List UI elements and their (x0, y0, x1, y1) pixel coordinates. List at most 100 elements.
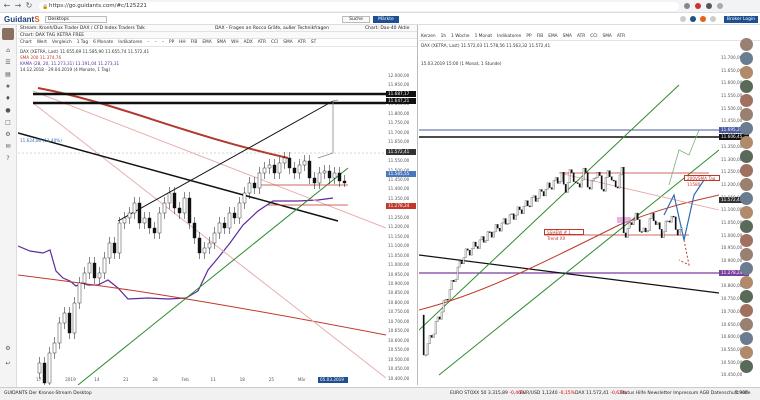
toolbar-item-0[interactable]: Chart (20, 40, 32, 45)
toolbar-item-1[interactable]: 1h (441, 34, 446, 39)
user-icon[interactable]: ● (4, 107, 12, 114)
bell-icon[interactable]: ♦ (4, 95, 12, 102)
star-icon[interactable]: ★ (4, 83, 12, 90)
toolbar-item-17[interactable]: CCI (271, 40, 278, 45)
search-button[interactable]: Suche (342, 16, 370, 23)
toolbar-item-10[interactable]: CCI (590, 34, 597, 39)
user-avatar[interactable] (740, 206, 753, 219)
extension-icon[interactable] (706, 3, 712, 9)
toolbar-item-12[interactable]: ATR (617, 34, 625, 39)
list-icon[interactable]: ☰ (4, 59, 12, 66)
message-icon[interactable]: ✉ (4, 143, 12, 150)
avatar[interactable] (2, 28, 14, 40)
user-avatar[interactable] (740, 52, 753, 65)
ticker[interactable]: DAX 11.572,41 -0,62% (575, 391, 626, 396)
toolbar-item-6[interactable]: – (148, 40, 150, 45)
user-avatar[interactable] (740, 108, 753, 121)
user-avatar[interactable] (740, 318, 753, 331)
toolbar-item-14[interactable]: WH (231, 40, 238, 45)
help-icon[interactable]: ? (4, 155, 12, 162)
toolbar-item-9[interactable]: ATR (577, 34, 585, 39)
toolbar-item-12[interactable]: EMA (202, 40, 211, 45)
toolbar-item-16[interactable]: ATR (258, 40, 266, 45)
user-avatar[interactable] (740, 66, 753, 79)
toolbar-item-0[interactable]: Kerzen (421, 34, 436, 39)
chat-icon[interactable] (690, 16, 696, 22)
user-avatar[interactable] (740, 262, 753, 275)
user-avatar[interactable] (740, 332, 753, 345)
logout-icon[interactable]: ↩ (4, 360, 12, 367)
toolbar-item-20[interactable]: ST (311, 40, 316, 45)
user-avatar[interactable] (740, 122, 753, 135)
stream-tab[interactable]: Chart: Dax-40 Aktie (365, 25, 409, 31)
chart-icon[interactable]: ▤ (4, 71, 12, 78)
broker-login-button[interactable]: Broker Login (724, 16, 758, 23)
ticker[interactable]: EUR/USD 1,1240 -0,15% (520, 391, 575, 396)
alert-icon[interactable] (700, 16, 706, 22)
toolbar-item-4[interactable]: 6 Monate (93, 40, 113, 45)
toolbar-item-7[interactable]: – (155, 40, 157, 45)
toolbar-item-5[interactable]: Indikatoren (118, 40, 142, 45)
markets-button[interactable]: Märkte (373, 16, 399, 23)
right-chart-canvas[interactable] (419, 55, 719, 385)
folder-icon[interactable]: □ (4, 119, 12, 126)
user-avatar[interactable] (740, 164, 753, 177)
user-avatar[interactable] (740, 80, 753, 93)
desktop-select[interactable]: Desktops (45, 16, 107, 23)
toolbar-item-5[interactable]: PP (526, 34, 531, 39)
toolbar-item-7[interactable]: EMA (548, 34, 557, 39)
toolbar-item-1[interactable]: Wert (37, 40, 47, 45)
settings-icon[interactable]: ⚙ (4, 345, 12, 352)
user-avatar[interactable] (740, 136, 753, 149)
toolbar-item-13[interactable]: SMA (217, 40, 226, 45)
status-bar: GUIDANTS Der Kronos-Stream Desktop EURO … (0, 387, 760, 400)
user-avatar[interactable] (740, 38, 753, 51)
toolbar-item-19[interactable]: ATR (298, 40, 306, 45)
candle (227, 212, 232, 229)
toolbar-item-2[interactable]: 1 Woche (451, 34, 469, 39)
reload-icon[interactable]: ↻ (25, 2, 33, 10)
user-avatar[interactable] (740, 276, 753, 289)
stream-tab[interactable]: DAX - Fragen an Rocco Gräfe, außer Techn… (215, 25, 365, 31)
home-icon[interactable]: ⌂ (4, 47, 12, 54)
gear-icon[interactable]: ⚙ (4, 131, 12, 138)
toolbar-item-18[interactable]: SMA (283, 40, 292, 45)
notification-icon[interactable] (680, 16, 686, 22)
profile-icon[interactable] (710, 16, 716, 22)
user-avatar[interactable] (740, 360, 753, 373)
toolbar-item-3[interactable]: 1 Tag (77, 40, 88, 45)
user-avatar[interactable] (740, 150, 753, 163)
user-avatar[interactable] (740, 234, 753, 247)
footer-links[interactable]: Status Hilfe Newsletter Impressum AGB Da… (620, 391, 751, 396)
user-avatar[interactable] (740, 192, 753, 205)
toolbar-item-15[interactable]: ADX (244, 40, 253, 45)
menu-icon[interactable] (717, 3, 723, 9)
toolbar-item-6[interactable]: FIB (537, 34, 544, 39)
user-avatar[interactable] (740, 248, 753, 261)
user-avatar[interactable] (740, 304, 753, 317)
user-avatar[interactable] (740, 346, 753, 359)
candle (648, 218, 651, 231)
user-avatar[interactable] (740, 220, 753, 233)
forward-icon[interactable]: → (14, 2, 22, 10)
toolbar-item-8[interactable]: – (162, 40, 164, 45)
toolbar-item-11[interactable]: FIB (191, 40, 198, 45)
back-icon[interactable]: ← (3, 2, 11, 10)
star-icon[interactable] (684, 3, 690, 9)
chart-title: Chart: DAX TAG XETRA FREE (18, 32, 417, 39)
toolbar-item-4[interactable]: Indikatoren (497, 34, 521, 39)
user-avatar[interactable] (740, 94, 753, 107)
toolbar-item-9[interactable]: PP (169, 40, 174, 45)
toolbar-item-2[interactable]: Vergleich (52, 40, 72, 45)
left-chart-canvas[interactable] (18, 73, 386, 385)
user-avatar[interactable] (740, 178, 753, 191)
toolbar-item-3[interactable]: 1 Monat (475, 34, 492, 39)
extension-icon[interactable] (695, 3, 701, 9)
toolbar-item-10[interactable]: HH (179, 40, 185, 45)
stream-tab[interactable]: Stream: Kronh/Dux Trader DAX / CFD Index… (20, 25, 215, 31)
ticker[interactable]: EURO STOXX 50 3.315,89 -0,46% (450, 391, 525, 396)
user-avatar[interactable] (740, 290, 753, 303)
toolbar-item-8[interactable]: SMA (563, 34, 572, 39)
address-bar[interactable]: 🔒 https://go.guidants.com/#c/125221 (39, 1, 679, 11)
toolbar-item-11[interactable]: SMA (603, 34, 612, 39)
